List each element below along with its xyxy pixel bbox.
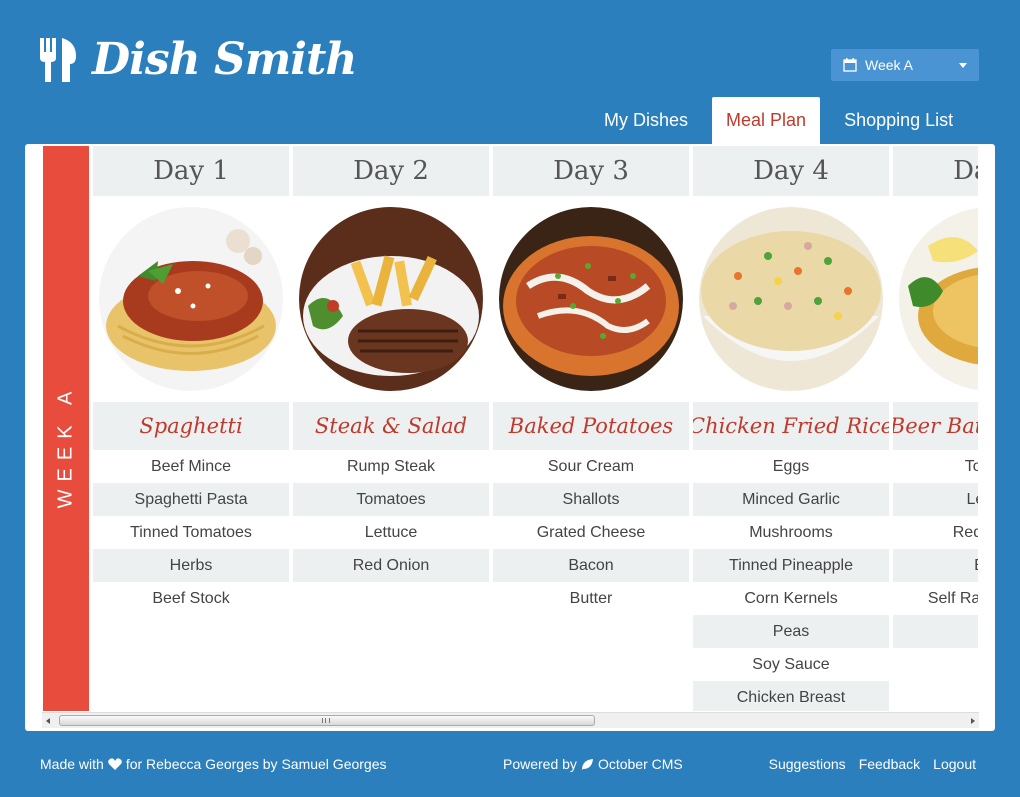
calendar-icon bbox=[843, 58, 857, 72]
day-title: Day 2 bbox=[293, 146, 489, 196]
scroll-left-arrow-icon[interactable] bbox=[46, 718, 50, 724]
leaf-icon bbox=[581, 758, 593, 770]
ingredient-item: Mushrooms bbox=[749, 523, 833, 541]
ingredient-item: Rump Steak bbox=[346, 457, 436, 475]
made-for-text: for Rebecca Georges by Samuel Georges bbox=[125, 756, 387, 772]
heart-icon bbox=[108, 758, 122, 770]
ingredient-item: Tomato bbox=[964, 457, 978, 475]
meal-plan-panel: WEEK A Day 1 Spaghetti Beef Mince Spaghe… bbox=[25, 144, 995, 731]
days-scroller[interactable]: Day 1 Spaghetti Beef Mince Spaghetti Pas… bbox=[93, 146, 978, 711]
ingredient-item: Tinned Tomatoes bbox=[130, 523, 252, 541]
week-label-band: WEEK A bbox=[43, 146, 89, 711]
day-column: Day 2 Steak & Salad Rump Steak Tomatoes … bbox=[293, 146, 489, 711]
day-title: Day 1 bbox=[93, 146, 289, 196]
day-column: Day 3 Baked Potatoes Sour Cream Shallots… bbox=[493, 146, 689, 711]
powered-by-text: Powered by bbox=[503, 756, 577, 772]
day-column: Day 5 Beer Battered Fish Tomato Lemon Re… bbox=[893, 146, 978, 711]
footer-powered: Powered by October CMS bbox=[503, 756, 683, 772]
ingredient-item: Lemon bbox=[893, 483, 978, 516]
ingredient-item: Soy Sauce bbox=[752, 655, 830, 673]
week-select[interactable]: Week A bbox=[831, 49, 979, 81]
ingredient-item: Bacon bbox=[493, 549, 689, 582]
chevron-down-icon bbox=[959, 63, 967, 68]
dish-image[interactable] bbox=[93, 196, 289, 402]
day-title: Day 4 bbox=[693, 146, 889, 196]
ingredient-item: Beef Mince bbox=[150, 457, 232, 475]
dish-name[interactable]: Steak & Salad bbox=[293, 402, 489, 450]
ingredient-list: Rump Steak Tomatoes Lettuce Red Onion bbox=[293, 450, 489, 582]
ingredient-list: Tomato Lemon Red Onion Beer Self Raising… bbox=[893, 450, 978, 648]
dish-image[interactable] bbox=[293, 196, 489, 402]
ingredient-item: Lettuce bbox=[364, 523, 418, 541]
tab-meal-plan[interactable]: Meal Plan bbox=[712, 97, 821, 144]
ingredient-item: Self Raising Flour bbox=[927, 589, 978, 607]
ingredient-list: Beef Mince Spaghetti Pasta Tinned Tomato… bbox=[93, 450, 289, 615]
ingredient-item: Egg bbox=[893, 615, 978, 648]
scroll-right-arrow-icon[interactable] bbox=[971, 718, 975, 724]
day-title: Day 5 bbox=[893, 146, 978, 196]
logout-link[interactable]: Logout bbox=[933, 756, 976, 772]
dish-image[interactable] bbox=[493, 196, 689, 402]
steak-image bbox=[299, 207, 483, 391]
dish-name[interactable]: Spaghetti bbox=[93, 402, 289, 450]
spaghetti-image bbox=[99, 207, 283, 391]
ingredient-item: Chicken Breast bbox=[693, 681, 889, 711]
fork-knife-icon bbox=[40, 37, 76, 82]
ingredient-item: Herbs bbox=[93, 549, 289, 582]
day-title: Day 3 bbox=[493, 146, 689, 196]
ingredient-item: Eggs bbox=[772, 457, 810, 475]
day-column: Day 4 Chicken Fried Rice Eggs Minced Gar… bbox=[693, 146, 889, 711]
ingredient-item: Tomatoes bbox=[293, 483, 489, 516]
week-select-value: Week A bbox=[865, 57, 913, 73]
battered-fish-image bbox=[899, 207, 978, 391]
made-with-text: Made with bbox=[40, 756, 104, 772]
main-tabs: My Dishes Meal Plan Shopping List bbox=[590, 97, 977, 144]
ingredient-list: Sour Cream Shallots Grated Cheese Bacon … bbox=[493, 450, 689, 615]
ingredient-item: Red Onion bbox=[952, 523, 978, 541]
dish-name[interactable]: Baked Potatoes bbox=[493, 402, 689, 450]
dish-name[interactable]: Beer Battered Fish bbox=[893, 402, 978, 450]
ingredient-item: Red Onion bbox=[293, 549, 489, 582]
ingredient-item: Butter bbox=[569, 589, 613, 607]
app-title: Dish Smith bbox=[92, 34, 357, 85]
ingredient-item: Sour Cream bbox=[547, 457, 635, 475]
ingredient-item: Shallots bbox=[493, 483, 689, 516]
dish-name[interactable]: Chicken Fried Rice bbox=[693, 402, 889, 450]
suggestions-link[interactable]: Suggestions bbox=[769, 756, 846, 772]
footer-links: Suggestions Feedback Logout bbox=[756, 756, 976, 772]
feedback-link[interactable]: Feedback bbox=[859, 756, 920, 772]
footer-credits: Made with for Rebecca Georges by Samuel … bbox=[40, 756, 387, 772]
tab-shopping-list[interactable]: Shopping List bbox=[830, 97, 967, 144]
ingredient-item: Tinned Pineapple bbox=[693, 549, 889, 582]
ingredient-item: Corn Kernels bbox=[744, 589, 838, 607]
ingredient-list: Eggs Minced Garlic Mushrooms Tinned Pine… bbox=[693, 450, 889, 711]
footer: Made with for Rebecca Georges by Samuel … bbox=[40, 756, 976, 774]
horizontal-scrollbar[interactable] bbox=[42, 712, 979, 728]
day-column: Day 1 Spaghetti Beef Mince Spaghetti Pas… bbox=[93, 146, 289, 711]
baked-potato-image bbox=[499, 207, 683, 391]
week-label: WEEK A bbox=[54, 383, 77, 509]
tab-my-dishes[interactable]: My Dishes bbox=[590, 97, 702, 144]
ingredient-item: Beer bbox=[893, 549, 978, 582]
grip-icon bbox=[322, 718, 330, 723]
ingredient-item: Grated Cheese bbox=[536, 523, 646, 541]
ingredient-item: Beef Stock bbox=[152, 589, 230, 607]
scrollbar-thumb[interactable] bbox=[59, 715, 595, 726]
ingredient-item: Spaghetti Pasta bbox=[93, 483, 289, 516]
fried-rice-image bbox=[699, 207, 883, 391]
cms-link[interactable]: October CMS bbox=[598, 756, 683, 772]
ingredient-item: Minced Garlic bbox=[693, 483, 889, 516]
dish-image[interactable] bbox=[893, 196, 978, 402]
dish-image[interactable] bbox=[693, 196, 889, 402]
ingredient-item: Peas bbox=[693, 615, 889, 648]
app-logo[interactable]: Dish Smith bbox=[38, 34, 357, 85]
